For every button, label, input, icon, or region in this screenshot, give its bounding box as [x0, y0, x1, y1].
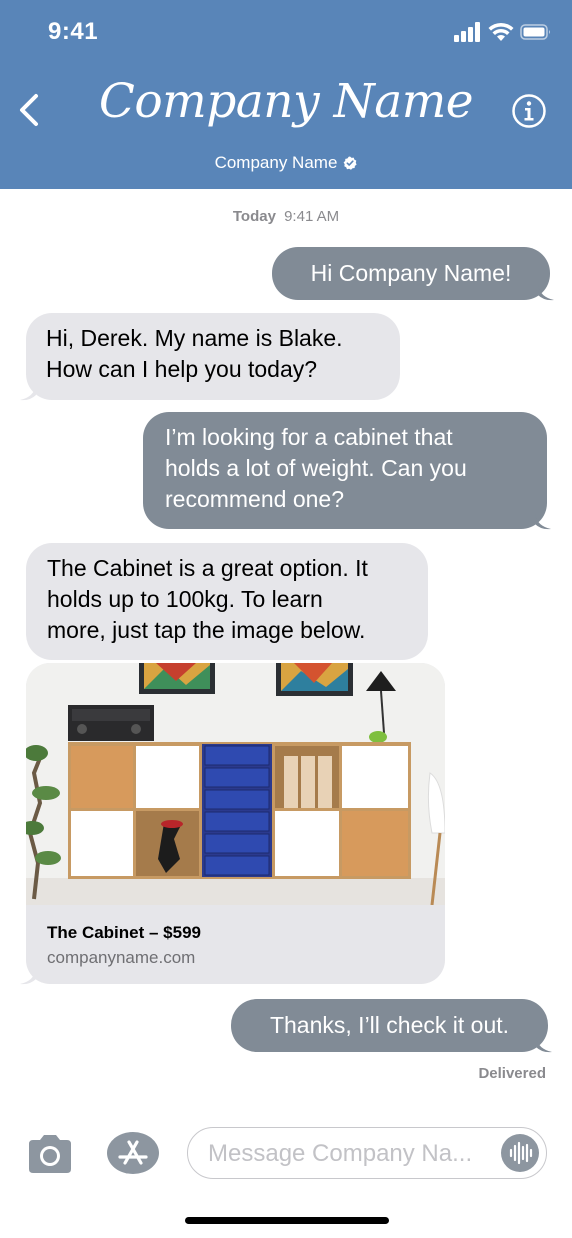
- verified-badge-icon: [344, 156, 358, 170]
- status-icons: [454, 22, 550, 46]
- battery-icon: [520, 24, 550, 40]
- company-logo: Company Name: [98, 74, 474, 129]
- cellular-signal-icon: [454, 22, 480, 42]
- bubble-tail: [536, 1037, 552, 1053]
- status-time: 9:41: [48, 18, 99, 45]
- app-store-icon[interactable]: [106, 1131, 160, 1175]
- delivery-status: Delivered: [478, 1065, 546, 1082]
- link-preview-domain: companyname.com: [47, 948, 196, 967]
- outgoing-message[interactable]: Thanks, I’ll check it out.: [231, 999, 548, 1052]
- message-input-placeholder: Message Company Na...: [208, 1140, 473, 1167]
- bubble-tail: [538, 285, 554, 301]
- home-indicator[interactable]: [185, 1217, 389, 1224]
- contact-name-row[interactable]: Company Name: [0, 153, 572, 173]
- timestamp-day: Today: [232, 208, 276, 225]
- contact-name: Company Name: [214, 153, 338, 172]
- cabinet-product-image: [26, 663, 445, 905]
- message-input[interactable]: Message Company Na...: [187, 1127, 547, 1179]
- conversation-timestamp: Today 9:41 AM: [0, 208, 572, 225]
- outgoing-message[interactable]: Hi Company Name!: [272, 247, 550, 300]
- audio-waveform-icon: [509, 1141, 533, 1165]
- camera-icon[interactable]: [25, 1134, 75, 1174]
- bubble-tail: [20, 969, 36, 985]
- bubble-tail: [20, 385, 36, 401]
- link-preview-title: The Cabinet – $599: [47, 923, 202, 942]
- incoming-message[interactable]: Hi, Derek. My name is Blake. How can I h…: [26, 313, 400, 400]
- incoming-message[interactable]: The Cabinet is a great option. It holds …: [26, 543, 428, 660]
- outgoing-message[interactable]: I’m looking for a cabinet that holds a l…: [143, 412, 547, 529]
- conversation-header: 9:41 Company Name Company Name: [0, 0, 572, 189]
- audio-message-button[interactable]: [501, 1134, 539, 1172]
- bubble-tail: [535, 514, 551, 530]
- timestamp-time: 9:41 AM: [284, 208, 340, 225]
- link-preview-card[interactable]: The Cabinet – $599 companyname.com: [26, 663, 445, 984]
- wifi-icon: [488, 22, 514, 41]
- info-icon[interactable]: [511, 93, 547, 129]
